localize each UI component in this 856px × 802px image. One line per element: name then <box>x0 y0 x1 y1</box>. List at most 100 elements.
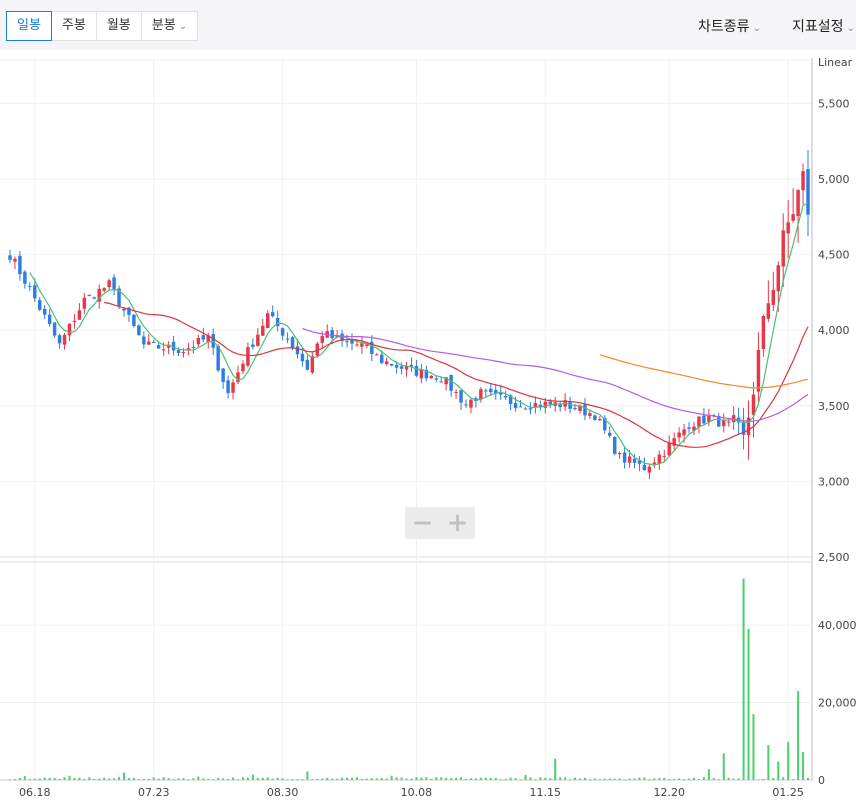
volume-bar <box>365 778 368 780</box>
volume-bar <box>618 778 621 780</box>
volume-bar <box>598 779 601 781</box>
volume-bar <box>147 778 150 780</box>
volume-bar <box>564 777 567 780</box>
indicator-menu[interactable]: 지표설정 ⌄ <box>792 16 855 36</box>
volume-bar <box>83 779 86 781</box>
candle-body <box>72 320 77 322</box>
candle-body <box>598 418 602 421</box>
candle-body <box>771 289 776 305</box>
candle-body <box>384 361 389 365</box>
date-tick-label: 08.30 <box>267 786 299 799</box>
zoom-out-button[interactable]: − <box>405 507 440 539</box>
volume-bar <box>123 772 125 780</box>
volume-bar <box>301 779 304 781</box>
candle-body <box>246 347 250 366</box>
volume-bar <box>38 778 41 780</box>
volume-bar <box>395 777 398 780</box>
candle-body <box>67 323 72 336</box>
volume-bar <box>653 778 656 780</box>
volume-bar <box>360 779 363 781</box>
volume-bar <box>658 778 661 780</box>
chevron-down-icon: ⌄ <box>178 21 188 32</box>
volume-bar <box>157 778 160 780</box>
volume-bar <box>529 777 532 780</box>
volume-bar <box>380 778 383 780</box>
volume-bar <box>697 778 700 780</box>
candle-body <box>295 346 300 355</box>
volume-bar <box>341 777 344 780</box>
candle-body <box>33 285 37 299</box>
candle-body <box>47 314 52 324</box>
candle-body <box>290 337 295 348</box>
volume-tick-label: 0 <box>818 774 825 787</box>
volume-bar <box>28 779 31 781</box>
volume-bar <box>460 777 463 780</box>
volume-bar <box>807 777 809 780</box>
volume-bar <box>227 779 230 781</box>
volume-bar <box>43 777 46 780</box>
candle-body <box>419 369 424 379</box>
candle-body <box>360 343 364 347</box>
candle-body <box>677 432 681 438</box>
volume-bar <box>53 777 56 780</box>
volume-bar <box>187 779 190 781</box>
candle-body <box>156 345 161 349</box>
volume-bar <box>737 778 740 780</box>
candle-body <box>479 389 483 400</box>
candle-body <box>449 375 453 391</box>
candle-body <box>161 349 166 351</box>
volume-bar <box>583 777 586 780</box>
volume-bar <box>351 777 353 780</box>
volume-bar <box>425 777 428 780</box>
candle-body <box>588 413 592 417</box>
volume-bar <box>693 777 695 780</box>
candle-body <box>632 458 637 463</box>
volume-bar <box>88 777 91 780</box>
candle-body <box>622 452 627 463</box>
volume-bar <box>534 779 537 781</box>
zoom-control: − + <box>405 507 475 539</box>
tab-minute[interactable]: 분봉 ⌄ <box>142 12 197 40</box>
volume-bar <box>554 758 557 780</box>
candle-body <box>573 408 577 410</box>
volume-bar <box>752 714 755 780</box>
price-tick-label: 3,000 <box>818 475 850 488</box>
volume-bar <box>93 779 96 781</box>
candle-body <box>593 415 597 421</box>
candle-body <box>320 336 324 343</box>
volume-bar <box>707 769 710 780</box>
stock-chart[interactable]: 2,500 3,000 3,500 4,000 4,500 5,000 5,500 Linea… <box>0 50 856 802</box>
zoom-in-button[interactable]: + <box>440 507 475 539</box>
candle-body <box>57 335 62 344</box>
candle-body <box>152 342 156 344</box>
volume-bar <box>172 779 175 781</box>
price-tick-label: 4,500 <box>818 249 850 262</box>
volume-bar <box>574 777 577 780</box>
volume-bar <box>23 776 26 780</box>
candle-body <box>137 325 141 336</box>
candle-body <box>231 382 235 393</box>
tab-monthly[interactable]: 월봉 <box>97 12 142 40</box>
volume-bar <box>207 778 210 780</box>
volume-bar <box>405 778 408 780</box>
candle-body <box>92 297 96 299</box>
volume-bar <box>113 778 116 780</box>
candle-body <box>216 345 220 371</box>
volume-bar <box>608 778 611 780</box>
volume-bar <box>246 777 249 780</box>
volume-bar <box>588 779 591 781</box>
tab-daily[interactable]: 일봉 <box>6 11 52 41</box>
candle-body <box>608 432 612 436</box>
candle-body <box>142 336 146 345</box>
volume-bar <box>747 628 750 780</box>
candle-body <box>756 349 761 392</box>
tab-weekly[interactable]: 주봉 <box>52 12 97 40</box>
price-tick-label: 5,500 <box>818 97 850 110</box>
candle-body <box>761 315 766 350</box>
volume-bar <box>321 778 324 780</box>
chart-toolbar: 일봉 주봉 월봉 분봉 ⌄ 차트종류 ⌄ 지표설정 ⌄ <box>0 0 856 50</box>
volume-bar <box>237 779 239 781</box>
candle-body <box>42 308 47 315</box>
chart-type-menu[interactable]: 차트종류 ⌄ <box>698 16 761 36</box>
volume-bar <box>276 777 279 780</box>
